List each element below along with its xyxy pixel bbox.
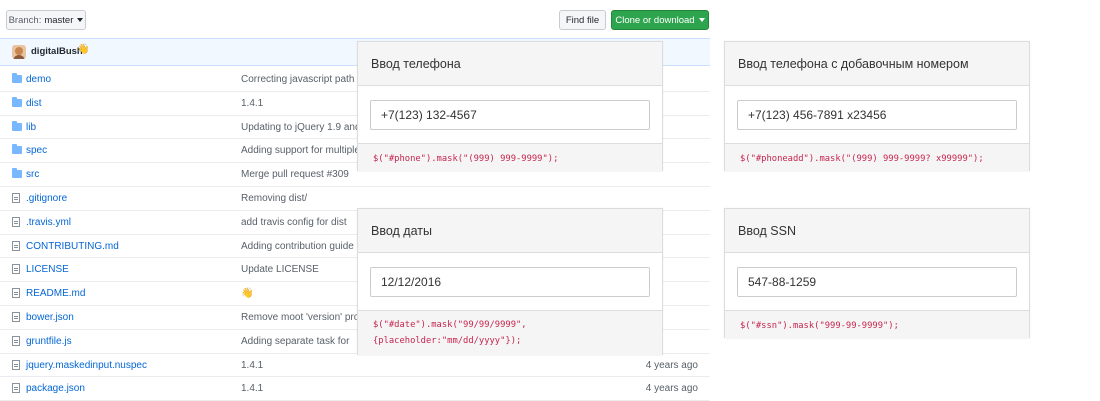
- commit-message-emoji[interactable]: 👋: [77, 44, 89, 55]
- folder-icon: [12, 168, 22, 179]
- caret-down-icon: [77, 18, 84, 22]
- branch-select-button[interactable]: Branch: master: [6, 10, 86, 30]
- ssn-mask-card: Ввод SSN $("#ssn").mask("999-99-9999");: [724, 208, 1030, 339]
- clone-or-download-button[interactable]: Clone or download: [611, 10, 709, 30]
- phone-input[interactable]: [370, 99, 650, 130]
- clone-label: Clone or download: [615, 14, 695, 26]
- commit-message-link[interactable]: Correcting javascript path: [241, 74, 354, 85]
- file-icon: [12, 288, 20, 299]
- card-title: Ввод даты: [358, 209, 662, 253]
- folder-icon: [12, 96, 22, 107]
- commit-message-link[interactable]: 👋: [241, 288, 253, 299]
- ssn-input[interactable]: [737, 266, 1017, 297]
- card-title: Ввод SSN: [725, 209, 1029, 253]
- commit-message-link[interactable]: 1.4.1: [241, 383, 263, 394]
- commit-age: 4 years ago: [645, 359, 698, 371]
- code-snippet: $("#phoneadd").mask("(999) 999-9999? x99…: [725, 143, 1029, 172]
- commit-message-link[interactable]: Updating to jQuery 1.9 and: [241, 122, 361, 133]
- file-name-link[interactable]: package.json: [26, 383, 85, 394]
- file-icon: [12, 264, 20, 275]
- code-snippet: $("#date").mask("99/99/9999", {placehold…: [358, 310, 662, 356]
- file-name-link[interactable]: .gitignore: [26, 193, 67, 204]
- file-icon: [12, 192, 20, 203]
- file-icon: [12, 240, 20, 251]
- file-name-link[interactable]: demo: [26, 74, 51, 85]
- file-row[interactable]: jquery.maskedinput.nuspec 1.4.1 4 years ag…: [0, 354, 710, 378]
- date-mask-card: Ввод даты $("#date").mask("99/99/9999", …: [357, 208, 663, 356]
- file-icon: [12, 216, 20, 227]
- commit-message-link[interactable]: Adding separate task for: [241, 336, 349, 347]
- code-snippet: $("#phone").mask("(999) 999-9999");: [358, 143, 662, 172]
- file-name-link[interactable]: dist: [26, 98, 42, 109]
- file-name-link[interactable]: README.md: [26, 288, 85, 299]
- card-title: Ввод телефона: [358, 42, 662, 86]
- file-name-link[interactable]: .travis.yml: [26, 217, 71, 228]
- folder-icon: [12, 73, 22, 83]
- phone-ext-mask-card: Ввод телефона с добавочным номером $("#p…: [724, 41, 1030, 172]
- branch-label: Branch:: [8, 14, 42, 26]
- caret-down-icon: [698, 18, 705, 22]
- branch-value: master: [44, 14, 74, 26]
- file-name-link[interactable]: src: [26, 169, 39, 180]
- phone-ext-input[interactable]: [737, 99, 1017, 130]
- avatar[interactable]: [12, 45, 26, 59]
- file-name-link[interactable]: jquery.maskedinput.nuspec: [26, 360, 147, 371]
- commit-message-link[interactable]: Adding contribution guide: [241, 241, 354, 252]
- file-icon: [12, 383, 20, 394]
- commit-message-link[interactable]: 1.4.1: [241, 98, 263, 109]
- file-icon: [12, 311, 20, 322]
- commit-message-link[interactable]: Adding support for multiple: [241, 145, 360, 156]
- commit-message-link[interactable]: 1.4.1: [241, 360, 263, 371]
- folder-icon: [12, 120, 22, 131]
- file-icon: [12, 335, 20, 346]
- commit-author[interactable]: digitalBush: [31, 46, 83, 57]
- find-file-button[interactable]: Find file: [559, 10, 606, 30]
- phone-mask-card: Ввод телефона $("#phone").mask("(999) 99…: [357, 41, 663, 172]
- date-input[interactable]: [370, 266, 650, 297]
- commit-message-link[interactable]: Update LICENSE: [241, 264, 319, 275]
- commit-message-link[interactable]: Removing dist/: [241, 193, 307, 204]
- file-name-link[interactable]: LICENSE: [26, 264, 69, 275]
- file-name-link[interactable]: lib: [26, 122, 36, 133]
- commit-message-link[interactable]: Merge pull request #309: [241, 169, 349, 180]
- file-icon: [12, 359, 20, 370]
- code-snippet: $("#ssn").mask("999-99-9999");: [725, 310, 1029, 339]
- card-title: Ввод телефона с добавочным номером: [725, 42, 1029, 86]
- file-row[interactable]: package.json 1.4.1 4 years ago: [0, 377, 710, 401]
- commit-age: 4 years ago: [645, 383, 698, 395]
- file-name-link[interactable]: CONTRIBUTING.md: [26, 241, 119, 252]
- file-name-link[interactable]: spec: [26, 145, 47, 156]
- folder-icon: [12, 144, 22, 155]
- commit-message-link[interactable]: Remove moot 'version' prop: [241, 312, 365, 323]
- commit-message-link[interactable]: add travis config for dist: [241, 217, 347, 228]
- file-name-link[interactable]: gruntfile.js: [26, 336, 72, 347]
- file-name-link[interactable]: bower.json: [26, 312, 74, 323]
